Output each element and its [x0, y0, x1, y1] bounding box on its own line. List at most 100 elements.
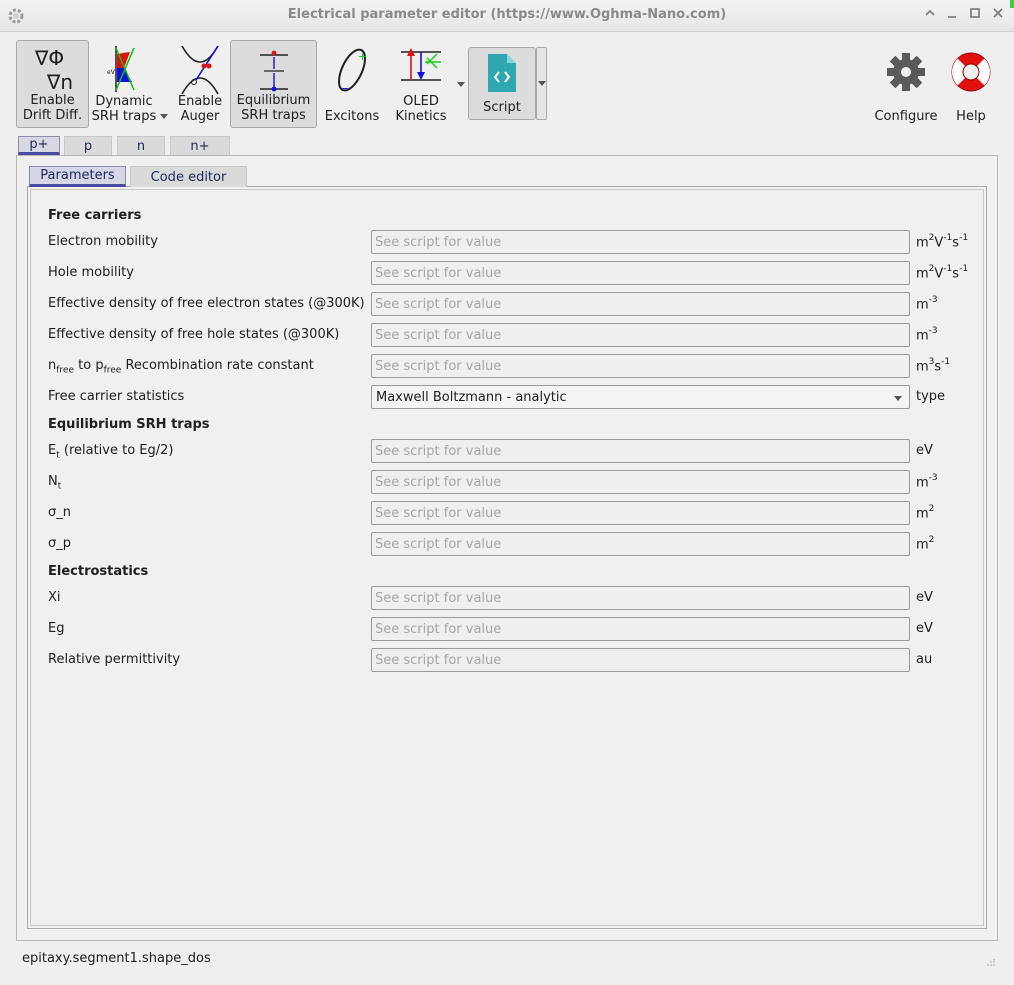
help-label: Help [956, 109, 986, 124]
tab-p-plus[interactable]: p+ [18, 136, 60, 155]
chevron-up-icon [925, 9, 935, 16]
recombination-constant-input[interactable] [371, 354, 910, 378]
eg-label: Eg [48, 621, 65, 636]
close-icon [993, 8, 1003, 18]
svg-text:−: − [341, 82, 350, 95]
window-maximize-button[interactable] [966, 6, 984, 24]
oled-kinetics-button[interactable]: OLED Kinetics [388, 40, 454, 128]
row-sigma-n: σ_n m2 [48, 501, 968, 525]
lifebuoy-help-icon [951, 52, 991, 92]
window-title: Electrical parameter editor (https://www… [287, 7, 727, 22]
dynamic-srh-traps-button[interactable]: eV Dynamic SRH traps [91, 40, 157, 128]
script-button[interactable]: Script [468, 47, 536, 120]
enable-drift-diff-label: Enable Drift Diff. [22, 93, 83, 123]
excitons-label: Excitons [324, 109, 380, 124]
row-recombination-constant: nfree to pfree Recombination rate consta… [48, 354, 968, 378]
eg-unit: eV [916, 621, 933, 636]
et-input[interactable] [371, 439, 910, 463]
svg-text:+: + [358, 50, 367, 63]
row-free-carrier-statistics: Free carrier statistics Maxwell Boltzman… [48, 385, 968, 409]
svg-text:eV: eV [107, 69, 116, 76]
relative-permittivity-input[interactable] [371, 648, 910, 672]
free-carrier-statistics-label: Free carrier statistics [48, 389, 185, 404]
script-file-icon [488, 54, 516, 92]
row-nt: Nt m-3 [48, 470, 968, 494]
sigma-n-input[interactable] [371, 501, 910, 525]
tab-n-plus[interactable]: n+ [170, 136, 230, 155]
script-dropdown-button[interactable] [536, 47, 547, 120]
sigma-p-unit: m2 [916, 535, 935, 553]
nt-label: Nt [48, 474, 62, 492]
row-relative-permittivity: Relative permittivity au [48, 648, 968, 672]
hole-mobility-unit: m2V-1s-1 [916, 264, 969, 282]
enable-auger-label: Enable Auger [177, 94, 223, 124]
section-equilibrium-srh: Equilibrium SRH traps [48, 417, 210, 432]
recombination-constant-label: nfree to pfree Recombination rate consta… [48, 358, 314, 376]
row-eff-dos-electron: Effective density of free electron state… [48, 292, 968, 316]
svg-text:∇n: ∇n [46, 70, 73, 94]
minimize-icon [948, 16, 956, 18]
eff-dos-hole-input[interactable] [371, 323, 910, 347]
eg-input[interactable] [371, 617, 910, 641]
eff-dos-electron-unit: m-3 [916, 295, 938, 313]
window-shade-button[interactable] [921, 6, 939, 24]
gear-icon [887, 53, 925, 91]
nt-input[interactable] [371, 470, 910, 494]
sigma-p-input[interactable] [371, 532, 910, 556]
exciton-icon: + − [338, 48, 367, 95]
title-bar: Electrical parameter editor (https://www… [0, 0, 1014, 32]
xi-input[interactable] [371, 586, 910, 610]
window-minimize-button[interactable] [943, 6, 961, 24]
dynamic-srh-dropdown-arrow[interactable] [160, 114, 168, 119]
tab-code-editor[interactable]: Code editor [130, 166, 247, 187]
free-carrier-statistics-value: Maxwell Boltzmann - analytic [376, 390, 567, 405]
relative-permittivity-unit: au [916, 652, 933, 667]
configure-button[interactable]: Configure [870, 40, 942, 128]
equilibrium-srh-icon [259, 50, 288, 92]
resize-grip-icon[interactable] [986, 959, 996, 967]
eff-dos-electron-input[interactable] [371, 292, 910, 316]
eff-dos-electron-label: Effective density of free electron state… [48, 296, 365, 311]
script-label: Script [483, 100, 521, 115]
window-corner-accent [1010, 0, 1014, 8]
auger-icon [181, 45, 219, 95]
sigma-n-unit: m2 [916, 504, 935, 522]
hole-mobility-label: Hole mobility [48, 265, 134, 280]
dynamic-srh-icon: eV [107, 46, 135, 92]
enable-auger-button[interactable]: Enable Auger [172, 40, 228, 128]
enable-drift-diff-button[interactable]: ∇Φ ∇n Enable Drift Diff. [16, 40, 89, 128]
row-eff-dos-hole: Effective density of free hole states (@… [48, 323, 968, 347]
free-carrier-statistics-unit: type [916, 389, 946, 404]
sigma-p-label: σ_p [48, 536, 71, 551]
tab-p[interactable]: p [64, 136, 112, 155]
et-unit: eV [916, 443, 933, 458]
tab-n[interactable]: n [117, 136, 165, 155]
section-free-carriers: Free carriers [48, 208, 142, 223]
equilibrium-srh-traps-button[interactable]: Equilibrium SRH traps [230, 40, 317, 128]
free-carrier-statistics-select[interactable]: Maxwell Boltzmann - analytic [371, 385, 910, 409]
row-xi: Xi eV [48, 586, 968, 610]
nabla-phi-icon: ∇Φ ∇n [34, 46, 73, 94]
svg-text:∇Φ: ∇Φ [34, 46, 64, 70]
sigma-n-label: σ_n [48, 505, 71, 520]
tab-parameters[interactable]: Parameters [29, 166, 126, 187]
oled-kinetics-icon [401, 48, 441, 81]
help-button[interactable]: Help [946, 40, 996, 128]
xi-label: Xi [48, 590, 61, 605]
dynamic-srh-traps-label: Dynamic SRH traps [91, 94, 157, 124]
maximize-icon [970, 8, 980, 18]
electron-mobility-unit: m2V-1s-1 [916, 233, 969, 251]
recombination-constant-unit: m3s-1 [916, 357, 951, 375]
hole-mobility-input[interactable] [371, 261, 910, 285]
excitons-button[interactable]: + − Excitons [320, 40, 384, 128]
window-close-button[interactable] [989, 6, 1007, 24]
row-eg: Eg eV [48, 617, 968, 641]
electron-mobility-label: Electron mobility [48, 234, 158, 249]
et-label: Et (relative to Eg/2) [48, 443, 174, 461]
eff-dos-hole-unit: m-3 [916, 326, 938, 344]
nt-unit: m-3 [916, 473, 938, 491]
electron-mobility-input[interactable] [371, 230, 910, 254]
oled-dropdown-arrow[interactable] [457, 82, 465, 87]
oled-kinetics-label: OLED Kinetics [395, 94, 447, 124]
section-electrostatics: Electrostatics [48, 564, 149, 579]
